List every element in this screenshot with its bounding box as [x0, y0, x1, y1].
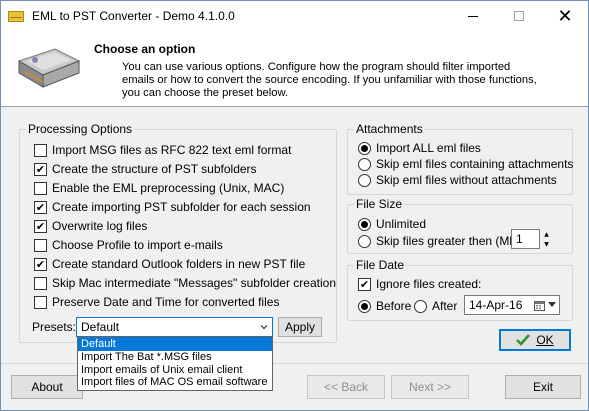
- maximize-button[interactable]: [496, 1, 542, 31]
- attachments-option[interactable]: Import ALL eml files: [358, 140, 481, 156]
- attachments-option-radio[interactable]: [358, 141, 371, 155]
- app-window: EML to PST Converter - Demo 4.1.0.0 ✕ Ch…: [0, 0, 589, 411]
- filedate-date-picker[interactable]: 14-Apr-16: [464, 295, 560, 315]
- preset-option-default[interactable]: Default: [78, 338, 272, 351]
- minimize-icon: [468, 15, 478, 17]
- close-icon: ✕: [557, 5, 573, 27]
- processing-option-checkbox[interactable]: [34, 295, 47, 309]
- envelope-app-icon: [8, 9, 24, 23]
- about-button[interactable]: About: [11, 375, 83, 399]
- processing-option[interactable]: ✔ Create standard Outlook folders in new …: [34, 256, 305, 272]
- checkmark-icon: [516, 334, 531, 346]
- processing-option-label: Preserve Date and Time for converted fil…: [52, 295, 280, 309]
- filesize-spinner[interactable]: 1 ▲ ▼: [511, 229, 549, 249]
- processing-option-checkbox[interactable]: ✔: [34, 200, 47, 214]
- exit-button[interactable]: Exit: [505, 375, 581, 399]
- preset-option-thebat[interactable]: Import The Bat *.MSG files: [78, 351, 272, 364]
- chevron-down-icon[interactable]: [548, 302, 556, 308]
- attachments-option-label: Skip eml files containing attachments: [376, 157, 574, 171]
- next-button[interactable]: Next >>: [391, 375, 469, 399]
- filedate-ignore-checkbox[interactable]: ✔: [358, 277, 371, 291]
- processing-option-checkbox[interactable]: [34, 181, 47, 195]
- filedate-ignore-label: Ignore files created:: [376, 277, 482, 291]
- presets-select-value: Default: [81, 320, 120, 334]
- filedate-before-label: Before: [376, 299, 412, 313]
- processing-option-checkbox[interactable]: ✔: [34, 257, 47, 271]
- filesize-title: File Size: [354, 197, 405, 211]
- attachments-title: Attachments: [354, 122, 425, 136]
- attachments-option[interactable]: Skip eml files containing attachments: [358, 156, 573, 172]
- preset-option-unix[interactable]: Import emails of Unix email client: [78, 364, 272, 377]
- processing-option[interactable]: Enable the EML preprocessing (Unix, MAC): [34, 180, 284, 196]
- processing-option-label: Overwrite log files: [52, 219, 148, 233]
- filedate-ignore-option[interactable]: ✔ Ignore files created:: [358, 276, 481, 292]
- processing-option[interactable]: Preserve Date and Time for converted fil…: [34, 294, 279, 310]
- filesize-unlimited-option[interactable]: Unlimited: [358, 216, 426, 232]
- hard-drive-icon: [17, 48, 81, 88]
- page-title: Choose an option: [94, 42, 196, 56]
- processing-option-checkbox[interactable]: ✔: [34, 162, 47, 176]
- filesize-skip-label: Skip files greater then (Mb):: [376, 234, 524, 248]
- processing-option[interactable]: Choose Profile to import e-mails: [34, 237, 223, 253]
- attachments-option-label: Skip eml files without attachments: [376, 173, 557, 187]
- processing-option[interactable]: ✔ Overwrite log files: [34, 218, 147, 234]
- preset-option-mac[interactable]: Import files of MAC OS email software: [78, 376, 272, 389]
- chevron-down-icon: [260, 325, 268, 330]
- processing-option-label: Create importing PST subfolder for each …: [52, 200, 311, 214]
- filesize-unlimited-label: Unlimited: [376, 217, 427, 231]
- processing-option-label: Create the structure of PST subfolders: [52, 162, 257, 176]
- processing-option-checkbox[interactable]: [34, 238, 47, 252]
- spin-up-icon[interactable]: ▲: [540, 229, 553, 239]
- close-button[interactable]: ✕: [542, 1, 588, 31]
- processing-option-checkbox[interactable]: [34, 276, 47, 290]
- presets-label: Presets:: [32, 320, 77, 334]
- back-button[interactable]: << Back: [307, 375, 385, 399]
- processing-option-checkbox[interactable]: ✔: [34, 219, 47, 233]
- presets-select[interactable]: Default: [76, 317, 273, 337]
- filesize-skip-option[interactable]: Skip files greater then (Mb):: [358, 233, 523, 249]
- processing-option-label: Import MSG files as RFC 822 text eml for…: [52, 143, 292, 157]
- processing-option[interactable]: ✔ Create importing PST subfolder for each…: [34, 199, 311, 215]
- filesize-unlimited-radio[interactable]: [358, 217, 371, 231]
- attachments-option-radio[interactable]: [358, 157, 371, 171]
- filedate-before-radio[interactable]: [358, 299, 371, 313]
- wizard-header: Choose an option You can use various opt…: [1, 31, 588, 107]
- filesize-skip-radio[interactable]: [358, 234, 371, 248]
- filedate-after-radio[interactable]: [414, 299, 427, 313]
- processing-options-title: Processing Options: [26, 122, 135, 136]
- filedate-date-value: 14-Apr-16: [469, 298, 523, 312]
- filedate-after-label: After: [432, 299, 458, 313]
- processing-option[interactable]: Import MSG files as RFC 822 text eml for…: [34, 142, 291, 158]
- processing-option[interactable]: Skip Mac intermediate "Messages" subfold…: [34, 275, 336, 291]
- processing-option-label: Enable the EML preprocessing (Unix, MAC): [52, 181, 285, 195]
- spin-down-icon[interactable]: ▼: [540, 239, 553, 249]
- ok-button-label: OK: [536, 333, 554, 347]
- filedate-before-option[interactable]: Before: [358, 298, 411, 314]
- attachments-option-radio[interactable]: [358, 173, 371, 187]
- attachments-option-label: Import ALL eml files: [376, 141, 481, 155]
- processing-option-label: Create standard Outlook folders in new P…: [52, 257, 306, 271]
- attachments-option[interactable]: Skip eml files without attachments: [358, 172, 557, 188]
- maximize-icon: [514, 11, 524, 21]
- minimize-button[interactable]: [450, 1, 496, 31]
- processing-option-label: Choose Profile to import e-mails: [52, 238, 223, 252]
- page-description: You can use various options. Configure h…: [122, 61, 537, 99]
- processing-option[interactable]: ✔ Create the structure of PST subfolders: [34, 161, 257, 177]
- processing-option-label: Skip Mac intermediate "Messages" subfold…: [52, 276, 336, 290]
- presets-dropdown-list: Default Import The Bat *.MSG files Impor…: [77, 337, 273, 391]
- ok-button[interactable]: OK: [499, 329, 571, 351]
- processing-option-checkbox[interactable]: [34, 143, 47, 157]
- title-bar: EML to PST Converter - Demo 4.1.0.0 ✕: [1, 1, 588, 31]
- filedate-after-option[interactable]: After: [414, 298, 457, 314]
- window-title: EML to PST Converter - Demo 4.1.0.0: [32, 9, 235, 23]
- apply-button[interactable]: Apply: [278, 317, 322, 337]
- filedate-title: File Date: [354, 258, 407, 272]
- filesize-spinner-value: 1: [516, 232, 523, 246]
- calendar-icon[interactable]: [534, 300, 545, 311]
